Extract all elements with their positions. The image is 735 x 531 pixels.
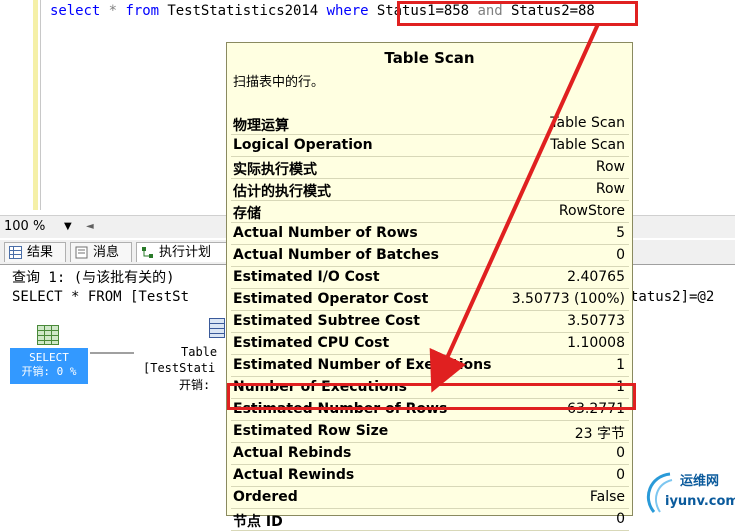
where-clause-highlight-box (397, 1, 638, 26)
tooltip-property-key: Estimated Operator Cost (233, 291, 429, 307)
watermark-title: 运维网 (680, 474, 720, 489)
tooltip-property-value: 2.40765 (567, 269, 625, 285)
tooltip-property-value: 1.10008 (567, 335, 625, 351)
scan-node-label: Table (181, 345, 218, 359)
plan-connector (90, 352, 134, 354)
query-sql-text-tail: tatus2]=@2 (630, 289, 715, 305)
sql-keyword-from: from (125, 3, 159, 19)
execution-plan-icon (142, 247, 153, 258)
tooltip-property-key: Actual Number of Rows (233, 225, 418, 241)
tooltip-property-key: 实际执行模式 (233, 162, 317, 178)
tooltip-property-value: 3.50773 (567, 313, 625, 329)
select-node-cost: 开销: 0 % (21, 365, 77, 378)
tooltip-property-key: Actual Rewinds (233, 467, 355, 483)
select-node-label: SELECT (29, 351, 69, 364)
tooltip-property-row: 存储 RowStore (231, 201, 629, 223)
tooltip-property-row: Ordered False (231, 487, 629, 509)
tooltip-property-key: Estimated CPU Cost (233, 335, 390, 351)
scroll-left-icon[interactable]: ◄ (86, 218, 94, 236)
grid-icon (9, 246, 22, 259)
tooltip-property-key: 存储 (233, 206, 261, 222)
tab-results-label: 结果 (27, 245, 54, 260)
tooltip-property-value: Row (595, 159, 625, 175)
query-header: 查询 1: (与该批有关的) (12, 270, 175, 286)
sql-keyword-select: select (50, 3, 101, 19)
tooltip-property-value: RowStore (558, 203, 625, 219)
tooltip-property-key: Actual Number of Batches (233, 247, 439, 263)
zoom-value: 100 % (4, 219, 46, 234)
select-operator-icon (37, 325, 59, 345)
estimated-rows-highlight-box (227, 383, 636, 410)
tooltip-property-value: 1 (616, 357, 625, 373)
tooltip-property-row: 实际执行模式 Row (231, 157, 629, 179)
tooltip-property-value: 0 (616, 467, 625, 483)
scan-node-table: [TestStati (143, 361, 216, 375)
tooltip-property-value: 0 (616, 445, 625, 461)
editor-gutter-divider (40, 0, 41, 210)
sql-table-name: TestStatistics2014 (167, 3, 319, 19)
tooltip-property-row: Estimated Subtree Cost 3.50773 (231, 311, 629, 333)
tooltip-property-value: 5 (616, 225, 625, 241)
table-scan-icon[interactable] (209, 318, 225, 338)
message-icon (75, 246, 88, 259)
tooltip-property-row: Actual Number of Batches 0 (231, 245, 629, 267)
tooltip-property-key: Logical Operation (233, 137, 373, 153)
scan-node-cost: 开销: (179, 378, 211, 392)
tab-messages-label: 消息 (93, 245, 120, 260)
tooltip-property-row: 节点 ID 0 (231, 509, 629, 531)
tooltip-property-row: Actual Rewinds 0 (231, 465, 629, 487)
tooltip-property-value: Table Scan (550, 115, 625, 131)
select-operator-node[interactable]: SELECT 开销: 0 % (10, 348, 88, 384)
tooltip-property-key: 物理运算 (233, 118, 289, 134)
tooltip-property-row: Estimated Row Size 23 字节 (231, 421, 629, 443)
tooltip-property-row: Logical Operation Table Scan (231, 135, 629, 157)
tooltip-property-row: 估计的执行模式 Row (231, 179, 629, 201)
tooltip-property-key: Actual Rebinds (233, 445, 352, 461)
tooltip-property-value: 23 字节 (574, 426, 625, 442)
watermark-domain: iyunv.com (665, 494, 735, 509)
tooltip-title: Table Scan (384, 49, 475, 67)
tooltip-property-row: Estimated Operator Cost 3.50773 (100%) (231, 289, 629, 311)
operator-tooltip: Table Scan 扫描表中的行。 物理运算 Table Scan Logical… (226, 42, 633, 531)
tooltip-property-key: Estimated Row Size (233, 423, 389, 439)
tooltip-property-key: Estimated Subtree Cost (233, 313, 420, 329)
change-indicator-gutter (33, 0, 38, 210)
tab-results[interactable]: 结果 (4, 242, 66, 262)
tooltip-property-value: 0 (616, 511, 625, 527)
tooltip-property-key: 节点 ID (233, 514, 283, 530)
tooltip-property-value: False (589, 489, 625, 505)
tooltip-property-row: Actual Number of Rows 5 (231, 223, 629, 245)
tooltip-property-value: 3.50773 (100%) (511, 291, 625, 307)
tab-execution-plan[interactable]: 执行计划 (136, 242, 228, 262)
tooltip-property-row: Estimated I/O Cost 2.40765 (231, 267, 629, 289)
tab-execution-plan-label: 执行计划 (159, 245, 212, 260)
tooltip-property-row: Actual Rebinds 0 (231, 443, 629, 465)
tooltip-description: 扫描表中的行。 (233, 75, 325, 90)
tooltip-property-row: Estimated CPU Cost 1.10008 (231, 333, 629, 355)
tooltip-property-key: Ordered (233, 489, 298, 505)
tooltip-property-key: Estimated I/O Cost (233, 269, 380, 285)
tooltip-property-list: 物理运算 Table Scan Logical Operation Table Sca… (231, 113, 629, 531)
tooltip-property-value: Row (595, 181, 625, 197)
tooltip-property-key: Estimated Number of Executions (233, 357, 492, 373)
tooltip-property-key: 估计的执行模式 (233, 184, 331, 200)
sql-keyword-where: where (326, 3, 369, 19)
tooltip-property-row: 物理运算 Table Scan (231, 113, 629, 135)
tooltip-property-value: Table Scan (550, 137, 625, 153)
tooltip-property-row: Estimated Number of Executions 1 (231, 355, 629, 377)
tab-messages[interactable]: 消息 (70, 242, 132, 262)
tooltip-property-value: 0 (616, 247, 625, 263)
sql-star: * (108, 3, 118, 19)
query-sql-text: SELECT * FROM [TestSt (12, 289, 190, 305)
chevron-down-icon[interactable]: ▼ (64, 218, 72, 236)
